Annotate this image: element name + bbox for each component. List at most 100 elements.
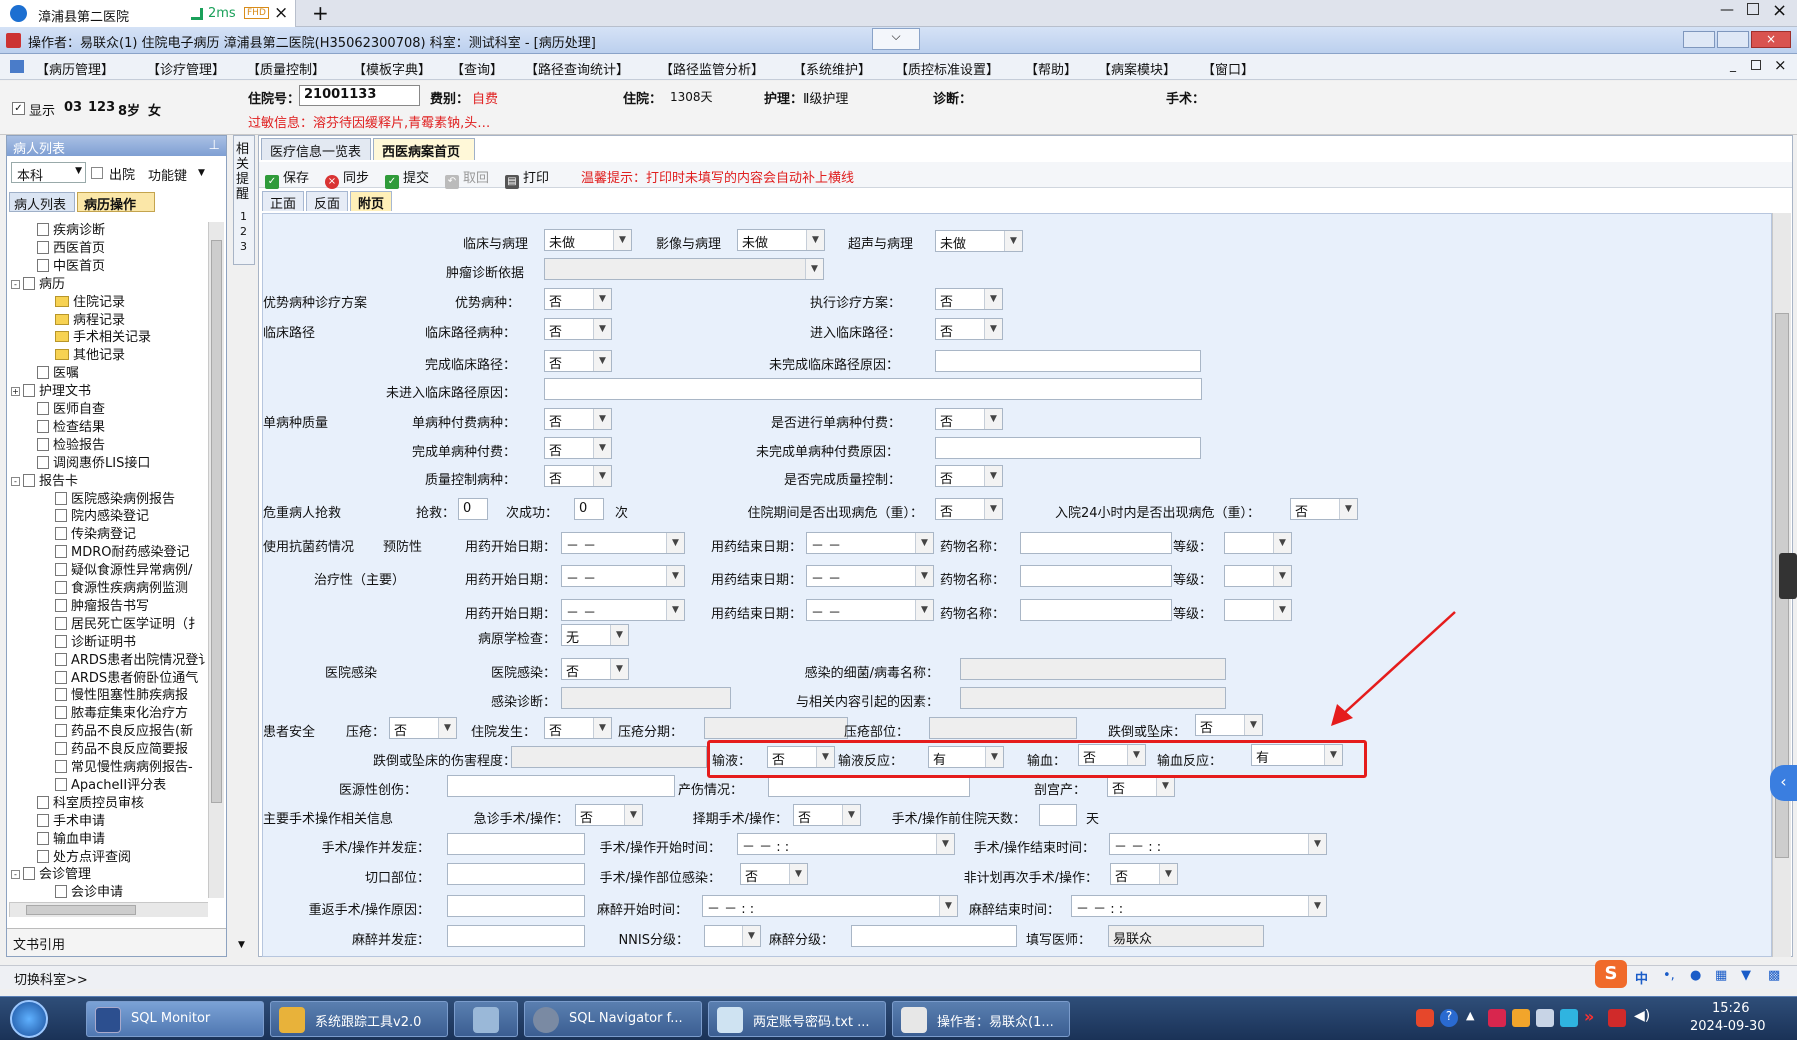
- ime-chinese-icon[interactable]: 中: [1635, 968, 1648, 987]
- tray-sogou-icon[interactable]: [1416, 1009, 1434, 1027]
- tree-item[interactable]: 病历: [23, 276, 65, 294]
- tree-item[interactable]: 肿瘤报告书写: [55, 598, 149, 616]
- chevron-down-icon[interactable]: ▼: [1308, 896, 1326, 916]
- expand-icon[interactable]: +: [11, 387, 20, 397]
- chevron-down-icon[interactable]: ▼: [806, 230, 824, 250]
- new-tab-icon[interactable]: +: [312, 1, 329, 25]
- infection-diagnosis[interactable]: [561, 687, 731, 709]
- drug-name[interactable]: [1020, 565, 1172, 587]
- cp-unfinished-reason[interactable]: [935, 350, 1201, 372]
- chevron-down-icon[interactable]: ▼: [666, 600, 684, 620]
- tab-medical-overview[interactable]: 医疗信息一览表: [261, 138, 371, 160]
- chevron-down-icon[interactable]: ▼: [939, 896, 957, 916]
- tray-network-icon[interactable]: [1536, 1009, 1554, 1027]
- menu-help[interactable]: 【帮助】: [1025, 59, 1077, 78]
- ulcer-stage[interactable]: [704, 717, 848, 739]
- collapse-icon[interactable]: -: [11, 476, 20, 486]
- hospital-infection-select[interactable]: 否 ▼: [561, 658, 629, 680]
- tree-item[interactable]: 西医首页: [37, 240, 105, 258]
- tree-item[interactable]: 医院感染病例报告: [55, 491, 175, 509]
- fall-select[interactable]: 否 ▼: [1195, 714, 1263, 736]
- tray-remote-icon[interactable]: [1560, 1009, 1578, 1027]
- close-icon[interactable]: ×: [274, 3, 288, 23]
- us-path-select[interactable]: 未做 ▼: [935, 230, 1023, 252]
- menu-query[interactable]: 【查询】: [451, 59, 503, 78]
- admission-no-field[interactable]: 21001133: [299, 85, 420, 106]
- drug-start-date[interactable]: － － ▼: [561, 565, 685, 587]
- tab-western-frontpage[interactable]: 西医病案首页: [373, 138, 475, 160]
- taskbar-sql-monitor[interactable]: SQL Monitor: [86, 1001, 264, 1037]
- anesthesia-start-time[interactable]: － － : : ▼: [702, 895, 958, 917]
- clock-date[interactable]: 2024-09-30: [1690, 1019, 1766, 1034]
- taskbar-monitor-app[interactable]: [454, 1001, 518, 1037]
- chevron-down-icon[interactable]: ▼: [1159, 864, 1177, 884]
- tree-item[interactable]: 住院记录: [55, 294, 125, 312]
- op-end-time[interactable]: － － : : ▼: [1109, 833, 1327, 855]
- image-path-select[interactable]: 未做 ▼: [737, 229, 825, 251]
- tree-item[interactable]: 检验报告: [37, 437, 105, 455]
- mic-icon[interactable]: ●: [1690, 968, 1701, 983]
- chevron-down-icon[interactable]: ▼: [984, 289, 1002, 309]
- sync-button[interactable]: × 同步: [325, 167, 369, 189]
- chevron-down-icon[interactable]: ▼: [624, 805, 642, 825]
- emergency-op-select[interactable]: 否 ▼: [575, 804, 643, 826]
- chevron-down-icon[interactable]: ▼: [593, 466, 611, 486]
- chevron-down-icon[interactable]: ▼: [1273, 566, 1291, 586]
- chevron-down-icon[interactable]: ▼: [666, 533, 684, 553]
- op-complication[interactable]: [447, 833, 585, 855]
- tree-item[interactable]: 疾病诊断: [37, 222, 105, 240]
- volume-icon[interactable]: ◀): [1634, 1008, 1650, 1024]
- submit-button[interactable]: ✓ 提交: [385, 167, 429, 189]
- drug-grade[interactable]: ▼: [1224, 565, 1292, 587]
- tree-item[interactable]: 食源性疾病病例监测: [55, 580, 188, 598]
- chevron-down-icon[interactable]: ▼: [984, 499, 1002, 519]
- tumor-basis-select[interactable]: ▼: [544, 258, 824, 280]
- chevron-down-icon[interactable]: ▼: [1273, 600, 1291, 620]
- infection-cause[interactable]: [960, 687, 1226, 709]
- pin-icon[interactable]: ⊥: [209, 138, 220, 153]
- drug-grade[interactable]: ▼: [1224, 532, 1292, 554]
- incision-site[interactable]: [447, 863, 585, 885]
- birth-injury[interactable]: [768, 775, 970, 797]
- cp-complete-select[interactable]: 否 ▼: [544, 350, 612, 372]
- tree-item[interactable]: 居民死亡医学证明（扌: [55, 616, 201, 634]
- chevron-down-icon[interactable]: ▼: [842, 805, 860, 825]
- app-minimize-icon[interactable]: [1683, 31, 1715, 48]
- maximize-icon[interactable]: [1747, 3, 1759, 15]
- menu-path-analysis[interactable]: 【路径监管分析】: [660, 59, 764, 78]
- chevron-down-icon[interactable]: ▼: [438, 718, 456, 738]
- chevron-down-icon[interactable]: ▼: [915, 600, 933, 620]
- critical-24h-select[interactable]: 否 ▼: [1290, 498, 1358, 520]
- nnis-grade-select[interactable]: ▼: [704, 925, 761, 947]
- drug-start-date[interactable]: － － ▼: [561, 599, 685, 621]
- collapse-icon[interactable]: -: [11, 870, 20, 880]
- iatrogenic-injury[interactable]: [447, 775, 675, 797]
- keyboard-icon[interactable]: ▦: [1715, 968, 1727, 983]
- menu-template[interactable]: 【模板字典】: [353, 59, 431, 78]
- window-close-icon[interactable]: ×: [1772, 0, 1787, 21]
- success-count[interactable]: 0: [574, 498, 604, 520]
- tree-item[interactable]: ApacheII评分表: [55, 777, 166, 795]
- shirt-icon[interactable]: ▼: [1741, 968, 1751, 983]
- sd-unfinished-reason[interactable]: [935, 437, 1201, 459]
- tree-item[interactable]: 手术相关记录: [55, 329, 151, 347]
- taskbar-emr-app[interactable]: 操作者：易联众(1...: [892, 1001, 1070, 1037]
- mdi-close-icon[interactable]: ×: [1774, 56, 1787, 74]
- menu-record-mgmt[interactable]: 【病历管理】: [36, 59, 114, 78]
- drug-end-date[interactable]: － － ▼: [806, 565, 934, 587]
- tree-item[interactable]: 传染病登记: [55, 526, 136, 544]
- chevron-down-icon[interactable]: ▼: [915, 533, 933, 553]
- app-restore-icon[interactable]: [1717, 31, 1749, 48]
- tree-item[interactable]: 检查结果: [37, 419, 105, 437]
- tree-item[interactable]: 输血申请: [37, 831, 105, 849]
- doc-reference[interactable]: 文书引用: [7, 928, 226, 956]
- side-scroll-handle[interactable]: [1779, 553, 1797, 599]
- save-button[interactable]: ✓ 保存: [265, 167, 309, 189]
- critical-select[interactable]: 否 ▼: [935, 498, 1003, 520]
- chevron-down-icon[interactable]: ▼: [1156, 776, 1174, 796]
- app-close-icon[interactable]: ×: [1751, 31, 1791, 48]
- tree-item[interactable]: 其他记录: [55, 347, 125, 365]
- tree-item[interactable]: 疑似食源性异常病例/: [55, 562, 192, 580]
- tree-item[interactable]: 会诊管理: [23, 866, 91, 884]
- chevron-down-icon[interactable]: ▼: [1339, 499, 1357, 519]
